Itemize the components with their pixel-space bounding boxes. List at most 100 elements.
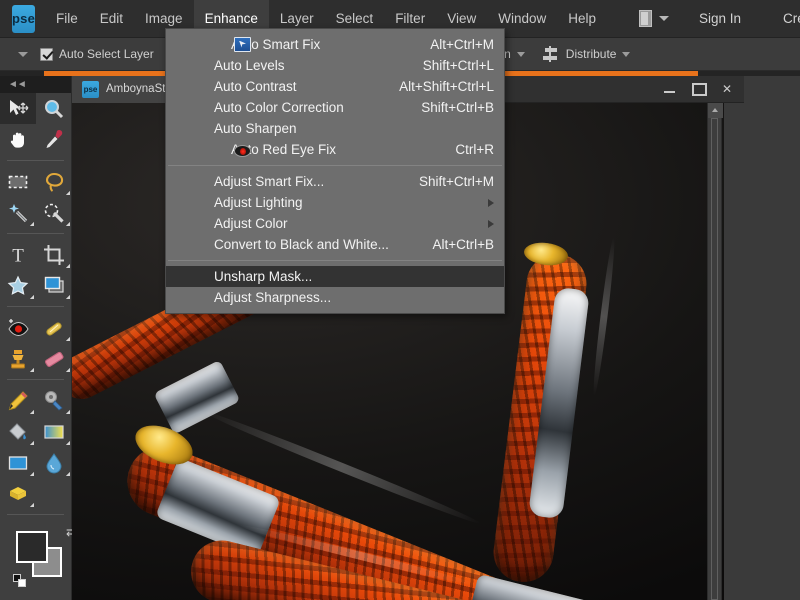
minimize-button[interactable] bbox=[664, 86, 678, 93]
menu-item-label: Auto Color Correction bbox=[214, 100, 344, 115]
tool-flyout-indicator bbox=[66, 222, 70, 226]
menu-item-auto-levels[interactable]: Auto Levels Shift+Ctrl+L bbox=[166, 55, 504, 76]
menu-item-label: Unsharp Mask... bbox=[214, 269, 313, 284]
menu-item-label: Convert to Black and White... bbox=[214, 237, 389, 252]
crop-tool[interactable] bbox=[36, 239, 72, 270]
menu-item-shortcut: Alt+Ctrl+B bbox=[432, 237, 494, 252]
auto-select-layer-checkbox[interactable]: Auto Select Layer bbox=[40, 47, 154, 61]
menu-item-shortcut: Shift+Ctrl+L bbox=[422, 58, 494, 73]
menu-item-label: Adjust Color bbox=[214, 216, 288, 231]
menu-item-adjust-smart-fix[interactable]: Adjust Smart Fix... Shift+Ctrl+M bbox=[166, 171, 504, 192]
toolbox-group-5 bbox=[0, 385, 71, 509]
tool-flyout-indicator bbox=[30, 441, 34, 445]
toolbox-group-1 bbox=[0, 93, 71, 155]
healing-brush-tool[interactable] bbox=[36, 312, 72, 343]
quick-selection-tool[interactable] bbox=[36, 197, 72, 228]
menu-item-shortcut: Shift+Ctrl+B bbox=[421, 100, 494, 115]
menu-edit[interactable]: Edit bbox=[89, 0, 134, 38]
pencil-tool[interactable] bbox=[0, 385, 36, 416]
menu-item-label: Adjust Smart Fix... bbox=[214, 174, 325, 189]
menu-help[interactable]: Help bbox=[557, 0, 607, 38]
toolbox-divider bbox=[7, 514, 64, 515]
document-tab-icon: pse bbox=[82, 80, 99, 98]
brush-tool[interactable] bbox=[36, 385, 72, 416]
scrollbar-track[interactable] bbox=[711, 118, 718, 600]
move-tool[interactable] bbox=[0, 93, 36, 124]
magic-wand-tool[interactable] bbox=[0, 197, 36, 228]
tool-flyout-indicator bbox=[66, 441, 70, 445]
tool-flyout-indicator bbox=[66, 410, 70, 414]
tool-flyout-indicator bbox=[66, 191, 70, 195]
lasso-tool[interactable] bbox=[36, 166, 72, 197]
maximize-button[interactable] bbox=[692, 83, 706, 96]
menu-item-adjust-lighting[interactable]: Adjust Lighting bbox=[166, 192, 504, 213]
tool-flyout-indicator bbox=[30, 503, 34, 507]
menu-item-label: Adjust Lighting bbox=[214, 195, 303, 210]
tool-flyout-indicator bbox=[30, 222, 34, 226]
menu-item-adjust-color[interactable]: Adjust Color bbox=[166, 213, 504, 234]
marquee-tool[interactable] bbox=[0, 166, 36, 197]
eraser-tool[interactable] bbox=[36, 343, 72, 374]
menu-item-auto-contrast[interactable]: Auto Contrast Alt+Shift+Ctrl+L bbox=[166, 76, 504, 97]
toolbox-group-2 bbox=[0, 166, 71, 228]
close-button[interactable]: ✕ bbox=[720, 83, 734, 95]
menu-item-convert-to-black-and-white[interactable]: Convert to Black and White... Alt+Ctrl+B bbox=[166, 234, 504, 255]
menu-item-unsharp-mask[interactable]: Unsharp Mask... bbox=[166, 266, 504, 287]
layout-chevron-down-icon[interactable] bbox=[659, 16, 669, 21]
canvas-vertical-scrollbar[interactable] bbox=[707, 103, 723, 600]
tool-flyout-indicator bbox=[30, 410, 34, 414]
gradient-tool[interactable] bbox=[36, 416, 72, 447]
menu-item-shortcut: Alt+Shift+Ctrl+L bbox=[399, 79, 494, 94]
toolbox-group-3: T bbox=[0, 239, 71, 301]
menu-item-auto-red-eye-fix[interactable]: Auto Red Eye Fix Ctrl+R bbox=[166, 139, 504, 160]
tool-flyout-indicator bbox=[30, 472, 34, 476]
options-expand-icon[interactable] bbox=[18, 51, 28, 57]
align-chevron-down-icon[interactable] bbox=[516, 51, 525, 57]
tool-flyout-indicator bbox=[66, 337, 70, 341]
default-colors-icon[interactable] bbox=[13, 574, 26, 587]
eyedropper-tool[interactable] bbox=[36, 124, 72, 155]
sponge-tool[interactable] bbox=[0, 478, 36, 509]
blur-tool[interactable] bbox=[36, 447, 72, 478]
layout-grid-icon[interactable] bbox=[639, 10, 652, 27]
toolbox-divider bbox=[7, 160, 64, 161]
menu-item-auto-smart-fix[interactable]: Auto Smart Fix Alt+Ctrl+M bbox=[166, 34, 504, 55]
menu-item-shortcut: Alt+Ctrl+M bbox=[430, 37, 494, 52]
distribute-icon bbox=[542, 46, 559, 62]
create-adobe-id-button[interactable]: Create New Adobe ID bbox=[771, 11, 800, 26]
zoom-tool[interactable] bbox=[36, 93, 72, 124]
foreground-color-swatch[interactable] bbox=[16, 531, 48, 563]
tool-flyout-indicator bbox=[30, 368, 34, 372]
distribute-dropdown[interactable]: Distribute bbox=[542, 46, 631, 62]
checkbox-box[interactable] bbox=[40, 47, 53, 61]
enhance-dropdown-menu[interactable]: Auto Smart Fix Alt+Ctrl+M Auto Levels Shift… bbox=[165, 28, 505, 314]
paint-bucket-tool[interactable] bbox=[0, 416, 36, 447]
sign-in-button[interactable]: Sign In bbox=[687, 11, 753, 26]
menu-file[interactable]: File bbox=[45, 0, 89, 38]
hand-tool[interactable] bbox=[0, 124, 36, 155]
scroll-up-button[interactable] bbox=[708, 103, 723, 118]
clone-stamp-tool[interactable] bbox=[0, 343, 36, 374]
menu-item-shortcut: Shift+Ctrl+M bbox=[418, 174, 494, 189]
auto-select-layer-label: Auto Select Layer bbox=[59, 47, 154, 61]
type-tool[interactable]: T bbox=[0, 239, 36, 270]
toolbox-divider bbox=[7, 233, 64, 234]
color-swatches[interactable]: ⇄ bbox=[13, 525, 76, 587]
distribute-chevron-down-icon[interactable] bbox=[622, 51, 631, 57]
recompose-tool[interactable] bbox=[36, 270, 72, 301]
menu-separator bbox=[168, 165, 502, 166]
menu-item-adjust-sharpness[interactable]: Adjust Sharpness... bbox=[166, 287, 504, 308]
menu-item-auto-color-correction[interactable]: Auto Color Correction Shift+Ctrl+B bbox=[166, 97, 504, 118]
cookie-cutter-tool[interactable] bbox=[0, 270, 36, 301]
toolbox-collapse-button[interactable]: ◄◄ bbox=[0, 76, 71, 93]
shape-tool[interactable] bbox=[0, 447, 36, 478]
submenu-arrow-icon bbox=[488, 219, 494, 228]
tool-flyout-indicator bbox=[30, 295, 34, 299]
tool-flyout-indicator bbox=[66, 295, 70, 299]
red-eye-removal-tool[interactable] bbox=[0, 312, 36, 343]
toolbox-panel: ◄◄ T ⇄ bbox=[0, 76, 76, 600]
tool-flyout-indicator bbox=[66, 472, 70, 476]
menu-item-auto-sharpen[interactable]: Auto Sharpen bbox=[166, 118, 504, 139]
tool-flyout-indicator bbox=[66, 368, 70, 372]
toolbox-divider bbox=[7, 306, 64, 307]
